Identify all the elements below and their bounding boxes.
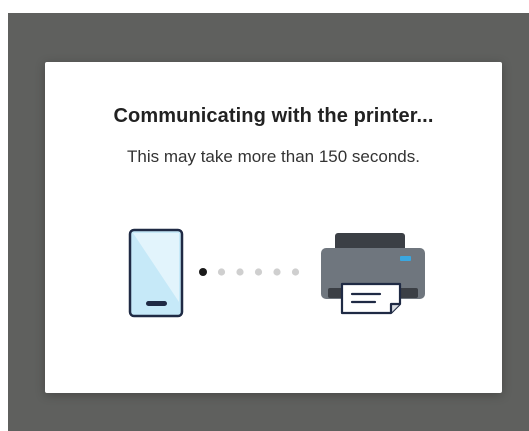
connection-illustration	[128, 228, 425, 318]
progress-dot	[236, 268, 244, 276]
printer-icon	[321, 233, 425, 315]
progress-dot	[273, 268, 281, 276]
printer-communication-dialog: Communicating with the printer... This m…	[45, 62, 502, 393]
progress-dot	[254, 268, 263, 276]
smartphone-icon	[128, 228, 184, 318]
progress-dot-active	[199, 268, 207, 276]
progress-dots	[199, 268, 300, 276]
progress-dot	[217, 268, 226, 276]
progress-dot	[291, 268, 300, 276]
